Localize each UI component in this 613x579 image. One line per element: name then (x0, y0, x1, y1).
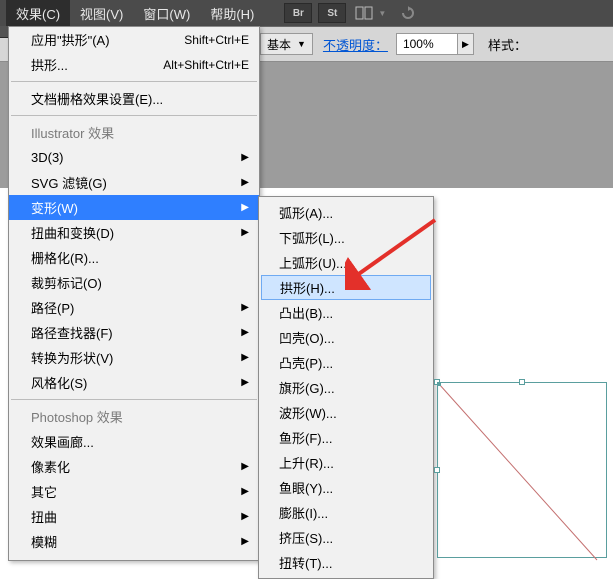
submenu-arrow-icon: ▶ (241, 352, 249, 363)
menu-item-label: 扭曲 (31, 507, 57, 526)
menu-item-distort-ps[interactable]: 扭曲 ▶ (9, 504, 259, 529)
bridge-icon[interactable]: Br (284, 3, 312, 23)
menu-item-label: 像素化 (31, 457, 70, 476)
submenu-item[interactable]: 鱼形(F)... (259, 425, 433, 450)
menu-item-rasterize[interactable]: 栅格化(R)... (9, 245, 259, 270)
style-basic-dropdown[interactable]: 基本 ▼ (260, 33, 313, 55)
submenu-arrow-icon: ▶ (241, 302, 249, 313)
submenu-item[interactable]: 凸壳(P)... (259, 350, 433, 375)
opacity-label[interactable]: 不透明度： (323, 35, 388, 54)
submenu-item[interactable]: 挤压(S)... (259, 525, 433, 550)
menu-item-label: 路径查找器(F) (31, 323, 113, 342)
menu-item-label: 扭曲和变换(D) (31, 223, 114, 242)
submenu-arrow-icon: ▶ (241, 152, 249, 163)
menu-view[interactable]: 视图(V) (70, 0, 133, 27)
stock-icon[interactable]: St (318, 3, 346, 23)
submenu-arrow-icon: ▶ (241, 227, 249, 238)
menu-item-label: SVG 滤镜(G) (31, 173, 107, 192)
style-label: 样式： (488, 35, 527, 54)
menu-apply-last-label: 应用"拱形"(A) (31, 30, 110, 49)
menu-item-label: 风格化(S) (31, 373, 87, 392)
effect-menu: 应用"拱形"(A) Shift+Ctrl+E 拱形... Alt+Shift+C… (8, 26, 260, 561)
submenu-item[interactable]: 扭转(T)... (259, 550, 433, 575)
menu-section-illustrator: Illustrator 效果 (9, 120, 259, 145)
style-basic-label: 基本 (267, 36, 291, 53)
selection-handle[interactable] (519, 379, 525, 385)
submenu-item[interactable]: 拱形(H)... (261, 275, 431, 300)
selection-handle[interactable] (434, 379, 440, 385)
menu-doc-raster[interactable]: 文档栅格效果设置(E)... (9, 86, 259, 111)
menu-item-stylize[interactable]: 风格化(S) ▶ (9, 370, 259, 395)
sync-icon[interactable] (396, 3, 420, 23)
menu-window[interactable]: 窗口(W) (133, 0, 200, 27)
submenu-item[interactable]: 凹壳(O)... (259, 325, 433, 350)
submenu-item[interactable]: 鱼眼(Y)... (259, 475, 433, 500)
submenu-item[interactable]: 旗形(G)... (259, 375, 433, 400)
menu-item-label: 裁剪标记(O) (31, 273, 102, 292)
menu-item-cropmarks[interactable]: 裁剪标记(O) (9, 270, 259, 295)
menu-separator (11, 81, 257, 82)
menu-separator (11, 399, 257, 400)
menu-item-blur[interactable]: 模糊 ▶ (9, 529, 259, 554)
submenu-item[interactable]: 波形(W)... (259, 400, 433, 425)
submenu-arrow-icon: ▶ (241, 461, 249, 472)
menu-effect[interactable]: 效果(C) (6, 0, 70, 27)
selection-bounding-box[interactable] (437, 382, 607, 558)
opacity-input[interactable]: 100% (396, 33, 458, 55)
chevron-down-icon: ▼ (297, 39, 306, 49)
menu-item-label: 其它 (31, 482, 57, 501)
menu-last-effect[interactable]: 拱形... Alt+Shift+Ctrl+E (9, 52, 259, 77)
menu-help[interactable]: 帮助(H) (200, 0, 264, 27)
submenu-item[interactable]: 下弧形(L)... (259, 225, 433, 250)
menu-item-label: 模糊 (31, 532, 57, 551)
menu-item-label: 转换为形状(V) (31, 348, 113, 367)
menubar: 效果(C) 视图(V) 窗口(W) 帮助(H) Br St ▼ (0, 0, 613, 26)
menu-doc-raster-label: 文档栅格效果设置(E)... (31, 89, 163, 108)
menu-item-3d[interactable]: 3D(3) ▶ (9, 145, 259, 170)
menu-item-label: 效果画廊... (31, 432, 94, 451)
arrange-icon[interactable] (352, 3, 376, 23)
menu-item-path[interactable]: 路径(P) ▶ (9, 295, 259, 320)
submenu-arrow-icon: ▶ (241, 511, 249, 522)
submenu-item[interactable]: 上弧形(U)... (259, 250, 433, 275)
opacity-step-icon[interactable]: ▶ (458, 33, 474, 55)
menu-item-label: 3D(3) (31, 150, 64, 165)
menu-item-label: 栅格化(R)... (31, 248, 99, 267)
menu-item-svgfilter[interactable]: SVG 滤镜(G) ▶ (9, 170, 259, 195)
submenu-item[interactable]: 上升(R)... (259, 450, 433, 475)
menu-section-photoshop: Photoshop 效果 (9, 404, 259, 429)
submenu-arrow-icon: ▶ (241, 177, 249, 188)
submenu-item[interactable]: 凸出(B)... (259, 300, 433, 325)
submenu-arrow-icon: ▶ (241, 377, 249, 388)
submenu-item[interactable]: 膨胀(I)... (259, 500, 433, 525)
submenu-item[interactable]: 弧形(A)... (259, 200, 433, 225)
submenu-arrow-icon: ▶ (241, 327, 249, 338)
menu-item-warp[interactable]: 变形(W) ▶ (9, 195, 259, 220)
menu-apply-last-shortcut: Shift+Ctrl+E (184, 33, 249, 47)
menu-last-effect-label: 拱形... (31, 55, 68, 74)
menu-item-other[interactable]: 其它 ▶ (9, 479, 259, 504)
menu-last-effect-shortcut: Alt+Shift+Ctrl+E (163, 58, 249, 72)
menu-separator (11, 115, 257, 116)
menu-apply-last[interactable]: 应用"拱形"(A) Shift+Ctrl+E (9, 27, 259, 52)
menu-item-convertshape[interactable]: 转换为形状(V) ▶ (9, 345, 259, 370)
menu-item-label: 变形(W) (31, 198, 78, 217)
menu-item-pathfinder[interactable]: 路径查找器(F) ▶ (9, 320, 259, 345)
menu-item-pixelate[interactable]: 像素化 ▶ (9, 454, 259, 479)
warp-submenu: 弧形(A)...下弧形(L)...上弧形(U)...拱形(H)...凸出(B).… (258, 196, 434, 579)
selection-handle[interactable] (434, 467, 440, 473)
submenu-arrow-icon: ▶ (241, 486, 249, 497)
submenu-arrow-icon: ▶ (241, 202, 249, 213)
menu-item-label: 路径(P) (31, 298, 74, 317)
menu-item-distort[interactable]: 扭曲和变换(D) ▶ (9, 220, 259, 245)
menu-item-effectgallery[interactable]: 效果画廊... (9, 429, 259, 454)
submenu-arrow-icon: ▶ (241, 536, 249, 547)
